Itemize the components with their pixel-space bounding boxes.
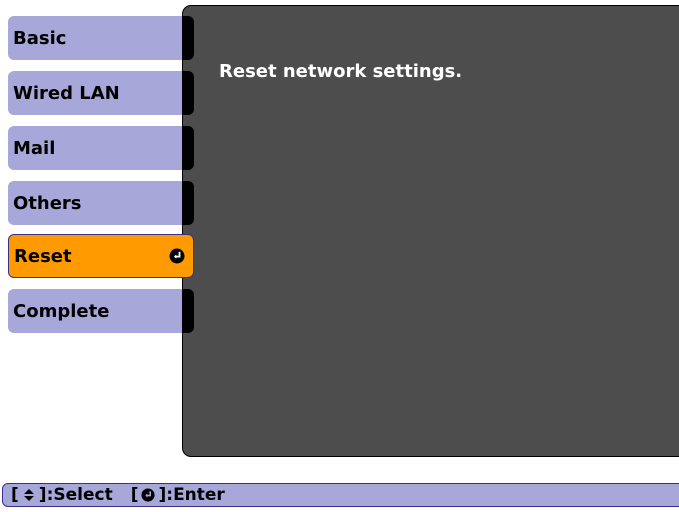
menu-item-label: Wired LAN [13,82,120,104]
enter-icon [141,488,156,502]
panel-message: Reset network settings. [219,61,463,82]
footer-enter-label: :Enter [166,485,225,505]
footer-select-hint: [ ] :Select [11,485,113,505]
footer-right-bracket: ] [158,485,167,505]
footer-enter-hint: [ ] :Enter [131,485,225,505]
menu-item-reset[interactable]: Reset [8,234,194,278]
menu-item-basic[interactable]: Basic [8,16,194,60]
up-down-arrow-icon [23,489,34,501]
footer-left-bracket: [ [130,485,139,505]
footer-help-bar: [ ] :Select [ ] :Enter [2,483,679,507]
menu-item-label: Basic [13,27,67,49]
footer-left-bracket: [ [11,485,19,505]
menu-item-others[interactable]: Others [8,181,194,225]
menu-item-label: Complete [13,300,110,322]
menu-item-label: Reset [14,245,72,267]
menu-item-label: Others [13,192,82,214]
footer-right-bracket: ] [38,485,47,505]
menu-item-mail[interactable]: Mail [8,126,194,170]
menu-item-complete[interactable]: Complete [8,289,194,333]
enter-icon [169,248,185,264]
menu-item-wired-lan[interactable]: Wired LAN [8,71,194,115]
settings-panel: Reset network settings. [182,5,679,457]
menu-item-label: Mail [13,137,56,159]
footer-select-label: :Select [46,485,113,505]
